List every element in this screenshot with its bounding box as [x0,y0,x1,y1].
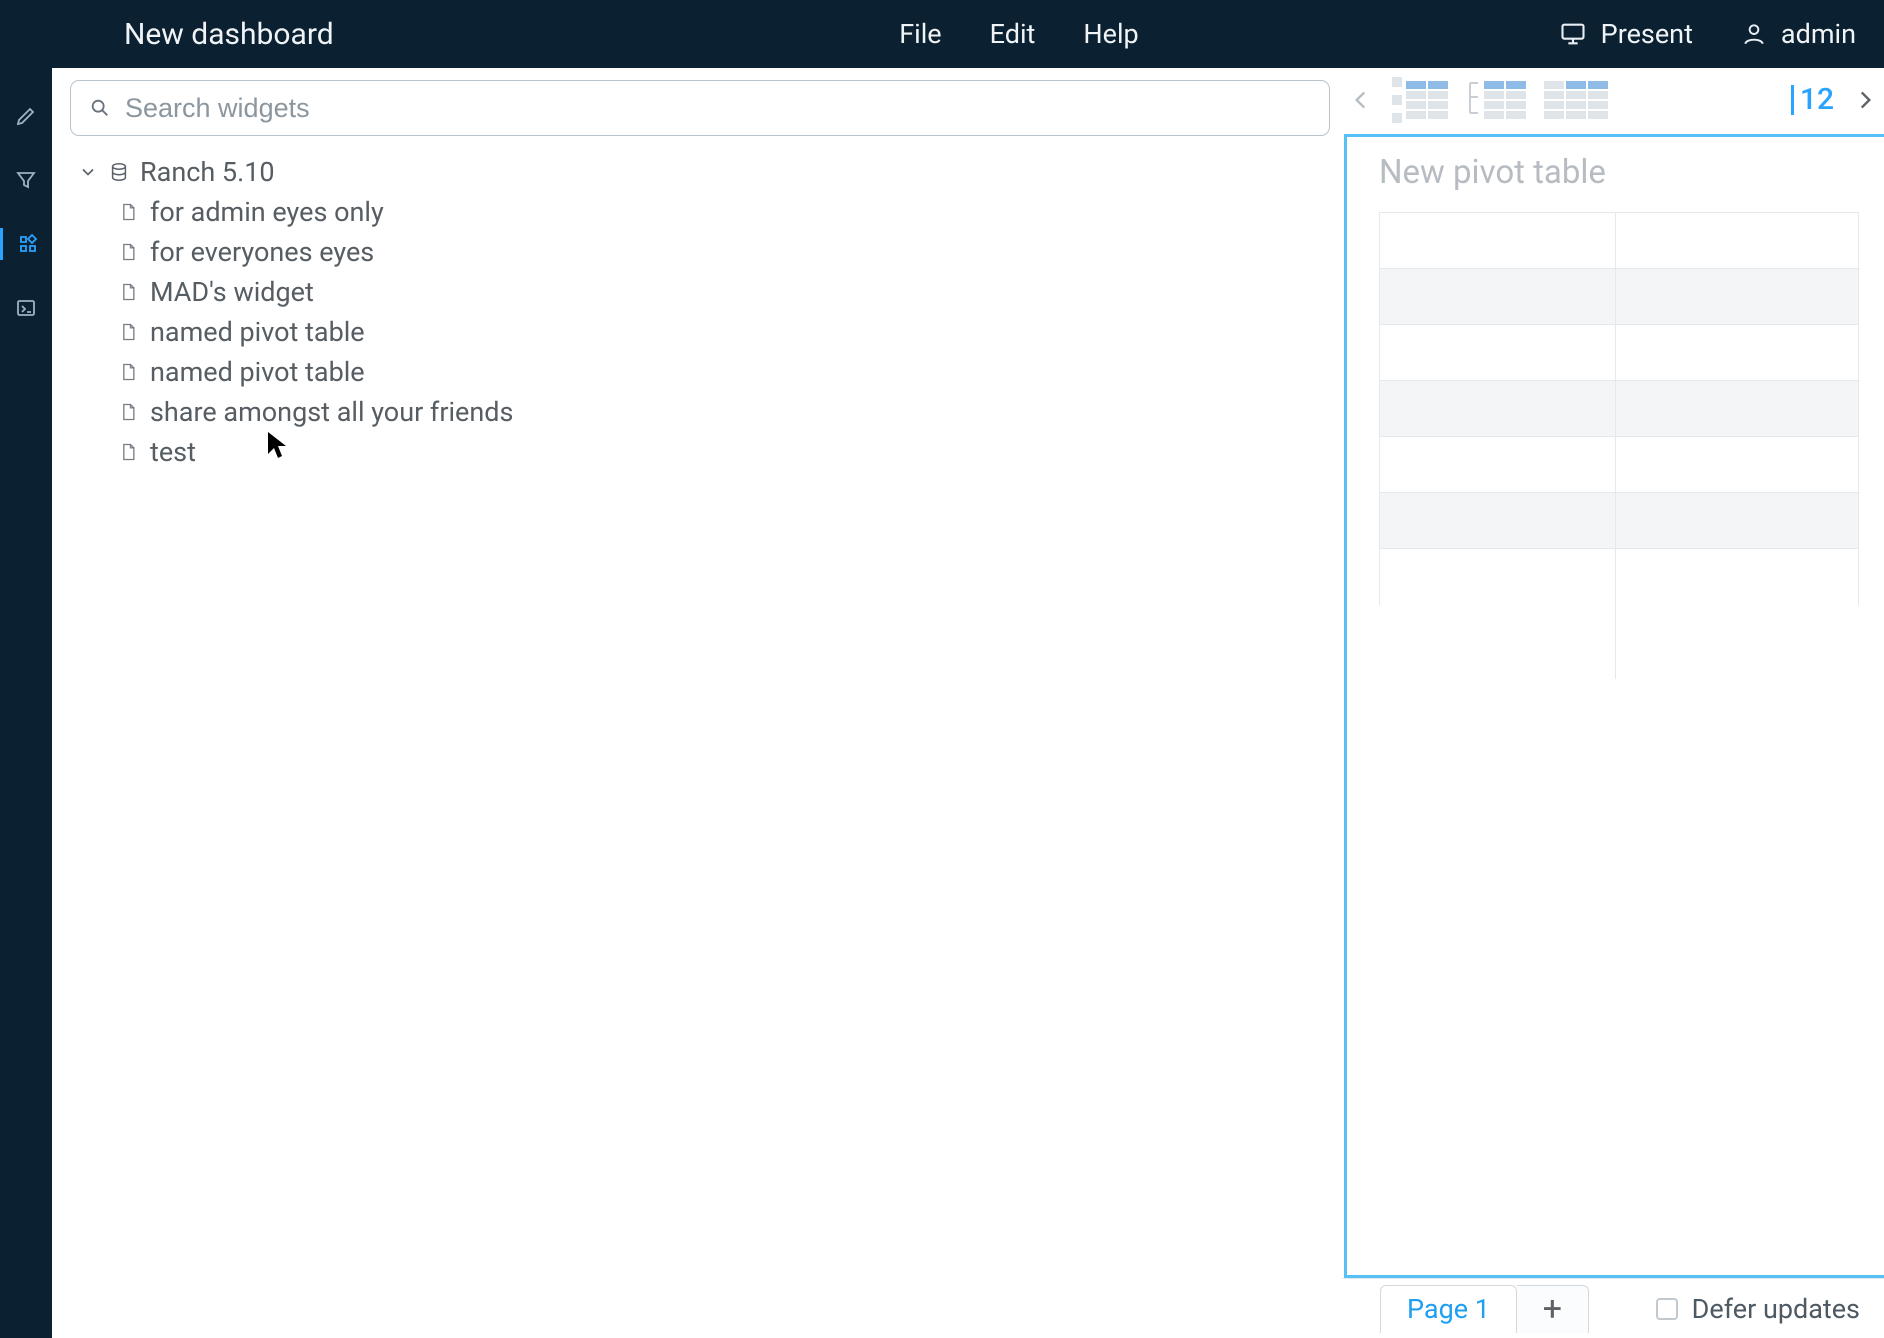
chevron-left-icon[interactable] [1348,87,1374,113]
defer-updates-label: Defer updates [1692,1293,1860,1325]
console-tool-icon [14,296,38,320]
tree-item[interactable]: MAD's widget [70,272,1330,312]
chevron-down-icon [78,162,98,182]
menu-edit[interactable]: Edit [990,18,1036,50]
tree-prefix-icon [1466,77,1480,123]
file-icon [118,442,138,462]
file-icon [118,242,138,262]
search-icon [89,97,111,119]
file-icon [118,282,138,302]
tree-item-label: named pivot table [150,356,365,388]
search-widgets-field[interactable] [70,80,1330,136]
main-menu: File Edit Help [899,18,1138,50]
monitor-icon [1559,20,1587,48]
tree-item[interactable]: test [70,432,1330,472]
widget-title: New pivot table [1379,153,1884,192]
viz-type-pivot[interactable] [1544,81,1608,119]
viz-type-table[interactable] [1392,77,1448,123]
search-widgets-input[interactable] [125,93,1311,124]
selected-widget-frame[interactable]: New pivot table [1344,134,1884,1278]
widgets-tool-icon [16,232,40,256]
edit-tool-button[interactable] [0,100,52,132]
present-label: Present [1601,18,1693,50]
widget-type-toolbar: 12 [1342,68,1884,132]
edit-tool-icon [14,104,38,128]
pivot-skeleton [1379,212,1884,605]
dashboard-title: New dashboard [124,17,334,52]
row-count-value: 12 [1791,85,1834,115]
tree-root-label: Ranch 5.10 [140,156,275,188]
canvas-panel: 12 New pivot table Page 1 + [1342,68,1884,1338]
file-icon [118,362,138,382]
present-button[interactable]: Present [1559,18,1693,50]
console-tool-button[interactable] [0,292,52,324]
tree-item-label: for admin eyes only [150,196,384,228]
filter-tool-icon [14,168,38,192]
page-tab[interactable]: Page 1 [1380,1285,1517,1333]
user-menu[interactable]: admin [1741,18,1856,50]
left-rail [0,68,52,1338]
tree-item-label: named pivot table [150,316,365,348]
user-label: admin [1781,18,1856,50]
tree-item-label: share amongst all your friends [150,396,513,428]
page-tabs: Page 1 + [1380,1285,1589,1333]
tree-item[interactable]: for admin eyes only [70,192,1330,232]
tree-item[interactable]: for everyones eyes [70,232,1330,272]
database-icon [108,161,130,183]
tree-item[interactable]: share amongst all your friends [70,392,1330,432]
chevron-right-icon[interactable] [1852,87,1878,113]
menu-file[interactable]: File [899,18,941,50]
footer-bar: Page 1 + Defer updates [1342,1278,1884,1338]
widget-browser-panel: Ranch 5.10 for admin eyes only for every… [52,68,1342,1338]
viz-type-tree-table[interactable] [1466,77,1526,123]
file-icon [118,202,138,222]
widget-tree: Ranch 5.10 for admin eyes only for every… [70,152,1330,472]
tree-item[interactable]: named pivot table [70,312,1330,352]
user-icon [1741,21,1767,47]
file-icon [118,402,138,422]
tree-item-label: MAD's widget [150,276,314,308]
file-icon [118,322,138,342]
tree-item-label: test [150,436,196,468]
defer-updates-toggle[interactable]: Defer updates [1656,1293,1860,1325]
checkbox-icon [1656,1298,1678,1320]
app-header: New dashboard File Edit Help Present adm… [0,0,1884,68]
menu-help[interactable]: Help [1083,18,1138,50]
add-page-button[interactable]: + [1517,1285,1589,1333]
tree-item[interactable]: named pivot table [70,352,1330,392]
widgets-tool-button[interactable] [0,228,52,260]
filter-tool-button[interactable] [0,164,52,196]
tree-item-label: for everyones eyes [150,236,374,268]
tree-root[interactable]: Ranch 5.10 [70,152,1330,192]
